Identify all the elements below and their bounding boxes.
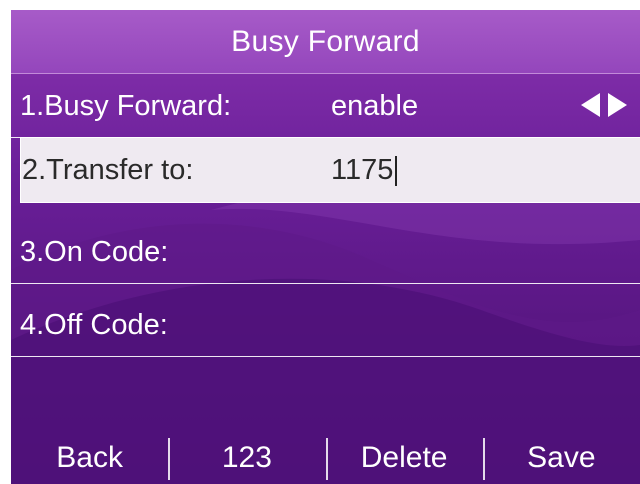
softkey-label: Delete: [360, 441, 448, 474]
transfer-number-input[interactable]: 1175: [331, 153, 398, 187]
field-busy-forward[interactable]: 1.Busy Forward: enable: [11, 74, 640, 138]
field-label: 4.Off Code:: [20, 308, 168, 341]
text-cursor: [395, 155, 398, 186]
delete-button[interactable]: Delete: [325, 432, 483, 484]
field-transfer-to[interactable]: 2.Transfer to: 1175: [20, 137, 640, 203]
field-label: 1.Busy Forward:: [20, 89, 232, 122]
field-label: 2.Transfer to:: [22, 153, 194, 186]
softkey-label: Back: [56, 441, 123, 474]
save-button[interactable]: Save: [482, 432, 640, 484]
phone-screen: Busy Forward 1.Busy Forward: enable 2.Tr…: [11, 10, 640, 484]
field-value: enable: [331, 89, 419, 122]
softkey-label: 123: [221, 441, 272, 474]
input-mode-button[interactable]: 123: [168, 432, 325, 484]
page-title: Busy Forward: [231, 24, 420, 58]
softkey-label: Save: [527, 441, 596, 474]
field-value: 1175: [331, 153, 394, 186]
title-bar: Busy Forward: [11, 10, 640, 74]
softkey-bar: Back 123 Delete Save: [11, 432, 640, 484]
field-off-code[interactable]: 4.Off Code:: [11, 293, 640, 357]
field-label: 3.On Code:: [20, 235, 169, 268]
back-button[interactable]: Back: [11, 432, 168, 484]
field-on-code[interactable]: 3.On Code:: [11, 220, 640, 284]
left-right-arrows-icon[interactable]: [581, 92, 627, 118]
